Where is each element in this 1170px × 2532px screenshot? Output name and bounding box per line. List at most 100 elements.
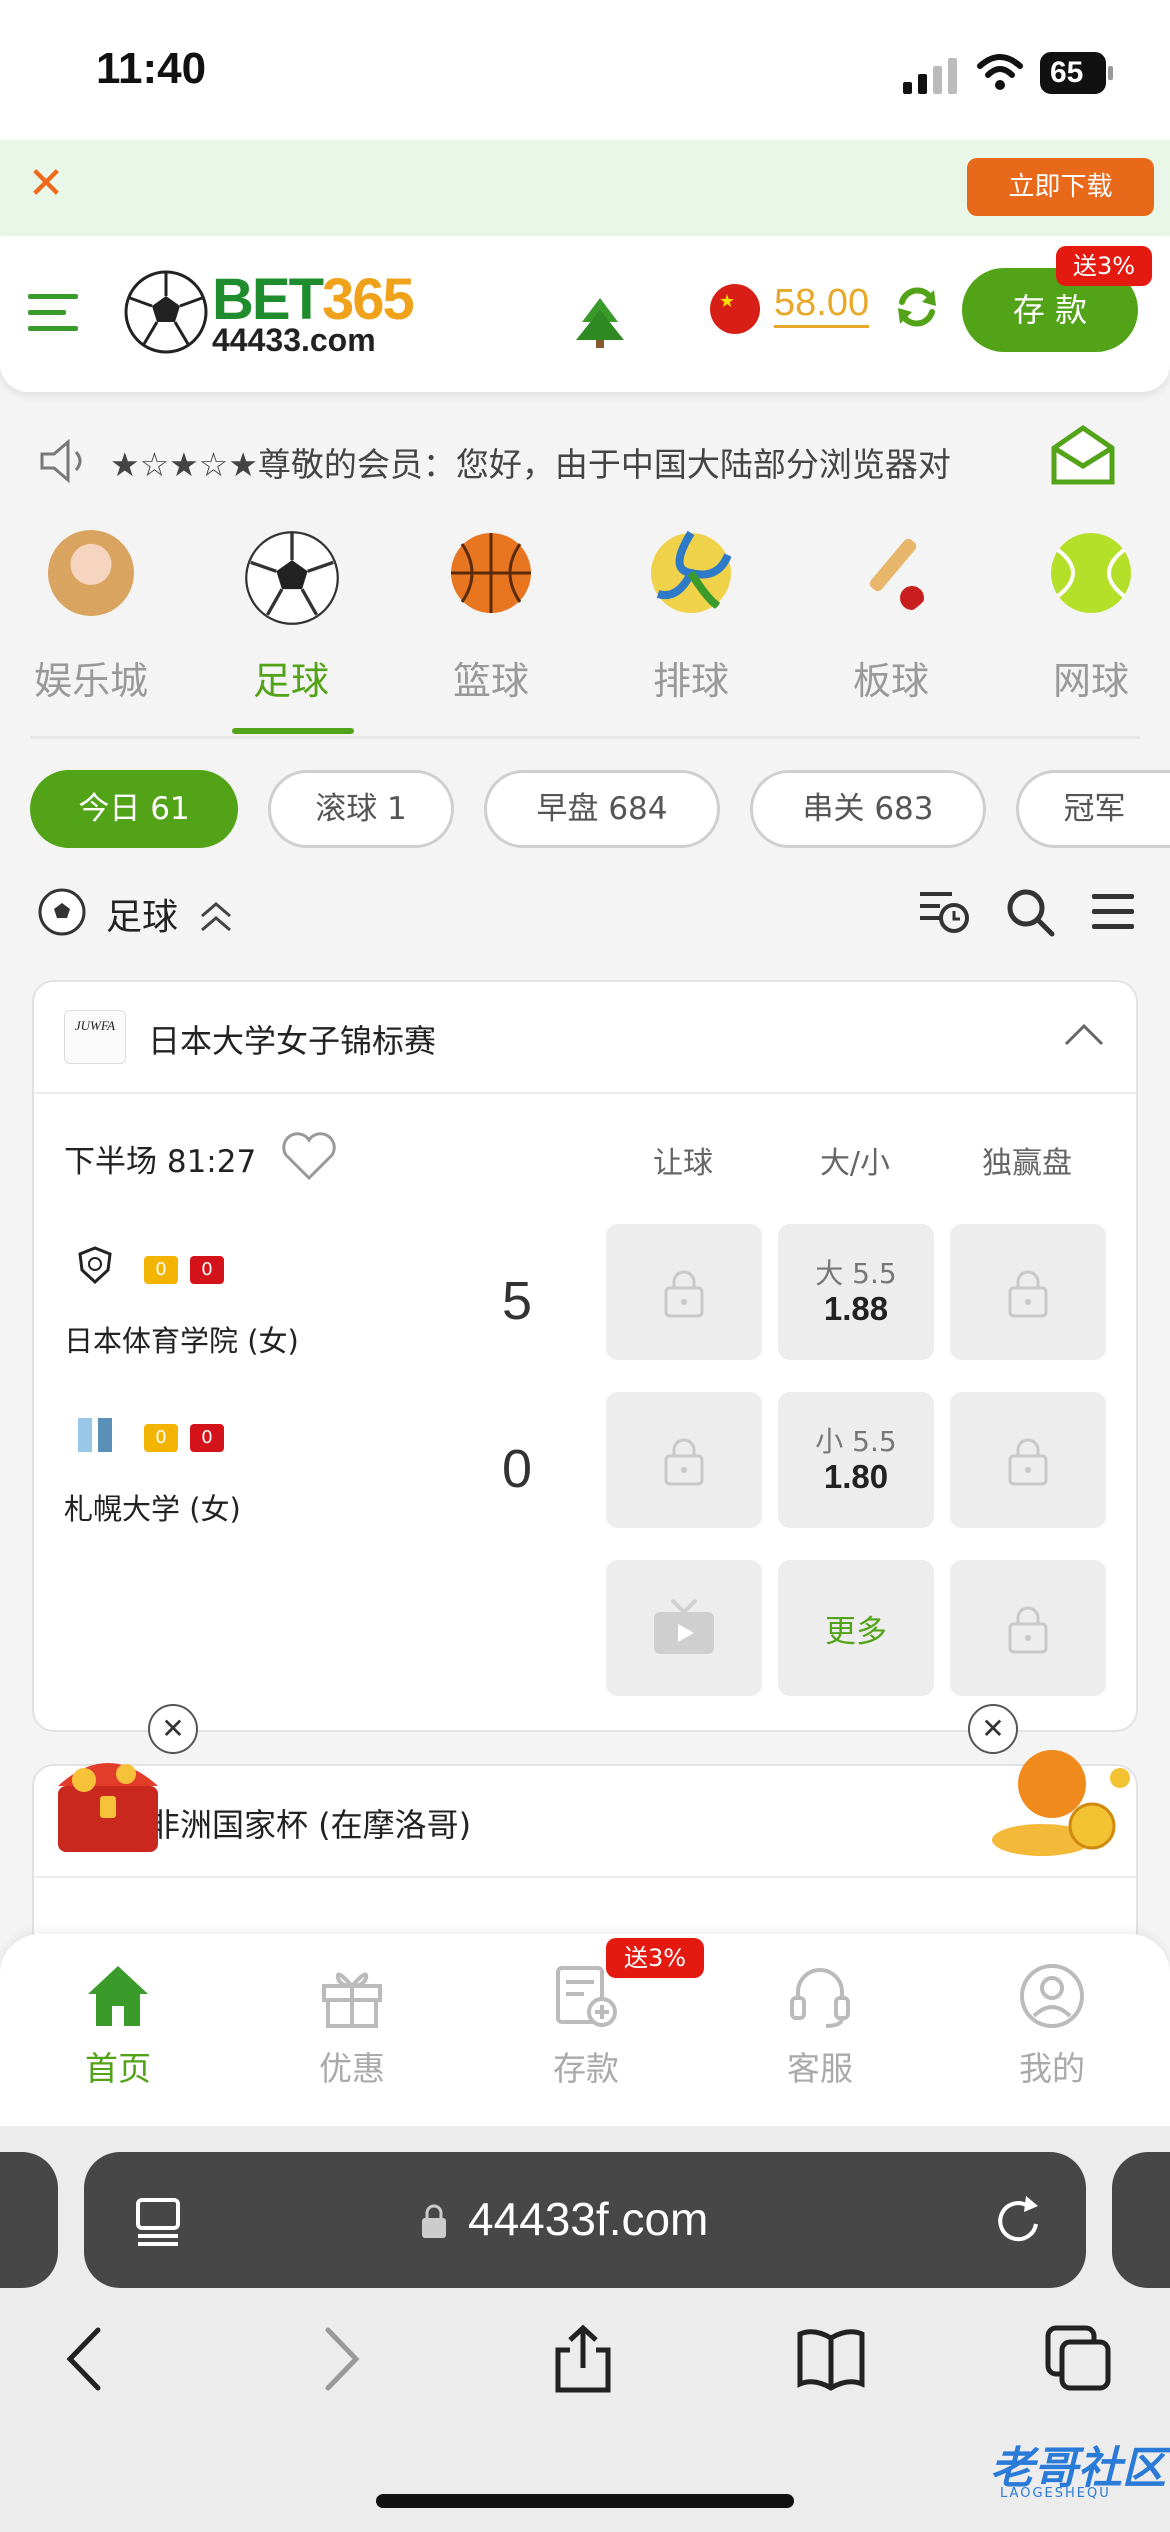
sport-tab-soccer[interactable]: 足球: [206, 530, 376, 730]
live-stream-button[interactable]: [606, 1560, 762, 1696]
back-icon[interactable]: [52, 2324, 122, 2394]
list-menu-icon[interactable]: [1088, 888, 1138, 936]
next-tab-preview[interactable]: [1112, 2152, 1170, 2288]
nav-profile[interactable]: 我的: [982, 1962, 1122, 2092]
team-crest-icon: [78, 1418, 112, 1452]
history-icon[interactable]: [918, 886, 970, 934]
filter-chip-parlay[interactable]: 串关 683: [750, 770, 986, 848]
away-score: 0: [502, 1439, 533, 1499]
handicap-odds-home[interactable]: [606, 1224, 762, 1360]
sport-tab-casino[interactable]: 娱乐城: [6, 530, 176, 730]
sport-tab-tennis[interactable]: 网球: [1006, 530, 1170, 730]
hamburger-menu-icon[interactable]: [26, 290, 80, 336]
heart-icon[interactable]: [280, 1130, 338, 1182]
bookmarks-icon[interactable]: [796, 2324, 866, 2394]
tv-icon: [654, 1598, 714, 1654]
chevron-up-double-icon[interactable]: [196, 896, 236, 936]
christmas-tree-icon: [576, 298, 624, 348]
moneyline-odds-away[interactable]: [950, 1392, 1106, 1528]
tennis-ball-icon: [1051, 533, 1131, 613]
away-team-name: 札幌大学 (女): [64, 1492, 241, 1526]
odds-value: 1.88: [823, 1290, 889, 1327]
sport-tab-label: 娱乐城: [33, 659, 148, 703]
filter-chip-live[interactable]: 滚球 1: [268, 770, 454, 848]
search-icon[interactable]: [1004, 886, 1056, 938]
handicap-odds-away[interactable]: [606, 1392, 762, 1528]
lock-icon: [1008, 1270, 1048, 1318]
lock-icon: [664, 1270, 704, 1318]
league-name[interactable]: 非洲国家杯 (在摩洛哥): [148, 1800, 471, 1846]
mail-icon[interactable]: [1048, 424, 1118, 486]
refresh-balance-icon[interactable]: [892, 282, 942, 332]
filter-chip-today[interactable]: 今日 61: [30, 770, 238, 848]
tabs-icon[interactable]: [1044, 2324, 1114, 2394]
nav-label: 存款: [553, 2049, 619, 2088]
share-icon[interactable]: [548, 2324, 618, 2394]
sport-tab-divider: [30, 736, 1140, 739]
nav-deposit[interactable]: 存款: [516, 1962, 656, 2092]
sport-tab-cricket[interactable]: 板球: [806, 530, 976, 730]
soccer-ball-icon: [245, 531, 339, 625]
more-markets-label: 更多: [825, 1614, 887, 1650]
sport-tab-label: 网球: [1052, 659, 1129, 703]
moneyline-odds-draw[interactable]: [950, 1560, 1106, 1696]
sport-tab-label: 篮球: [452, 659, 529, 703]
league-name[interactable]: 日本大学女子锦标赛: [148, 1016, 436, 1062]
close-promo-icon[interactable]: ✕: [148, 1704, 198, 1754]
nav-support[interactable]: 客服: [750, 1962, 890, 2092]
notice-marquee-text[interactable]: ★☆★☆★尊敬的会员：您好，由于中国大陆部分浏览器对: [110, 438, 1040, 482]
speaker-icon: [40, 438, 82, 484]
download-app-button[interactable]: 立即下载: [967, 158, 1154, 216]
nav-home[interactable]: 首页: [48, 1962, 188, 2092]
red-card-count: 0: [190, 1256, 224, 1284]
page-menu-icon[interactable]: [134, 2196, 184, 2246]
nav-promotions[interactable]: 优惠: [282, 1962, 422, 2092]
over-under-odds-away[interactable]: 小 5.5 1.80: [778, 1392, 934, 1528]
lock-icon: [664, 1438, 704, 1486]
headset-icon: [790, 1968, 850, 2028]
chevron-up-icon[interactable]: [1060, 1014, 1108, 1054]
close-promo-icon[interactable]: ✕: [968, 1704, 1018, 1754]
close-banner-icon[interactable]: ✕: [24, 162, 68, 206]
yellow-card-count: 0: [144, 1424, 178, 1452]
home-team-name: 日本体育学院 (女): [64, 1324, 299, 1358]
battery-icon: 65: [1040, 52, 1114, 94]
deposit-bonus-badge: 送3%: [1056, 246, 1152, 286]
filter-chip-early[interactable]: 早盘 684: [484, 770, 720, 848]
previous-tab-preview[interactable]: [0, 2152, 58, 2288]
soccer-ball-icon: [38, 888, 86, 936]
china-flag-icon[interactable]: ★: [710, 284, 760, 334]
red-card-count: 0: [190, 1424, 224, 1452]
more-markets-button[interactable]: 更多: [778, 1560, 934, 1696]
section-title: 足球: [106, 897, 179, 938]
over-under-odds-home[interactable]: 大 5.5 1.88: [778, 1224, 934, 1360]
sport-tab-label: 排球: [652, 659, 729, 703]
nav-label: 我的: [1019, 2049, 1085, 2088]
sport-tab-active-indicator: [232, 728, 354, 734]
nav-label: 首页: [85, 2049, 151, 2088]
lock-icon: [1008, 1606, 1048, 1654]
reload-icon[interactable]: [992, 2194, 1046, 2248]
match-clock: 下半场 81:27: [64, 1144, 257, 1180]
nav-label: 客服: [787, 2049, 853, 2088]
cellular-signal-icon: [903, 58, 957, 94]
home-score: 5: [502, 1271, 533, 1331]
lock-icon: [1008, 1438, 1048, 1486]
treasure-chest-icon[interactable]: [44, 1740, 174, 1860]
gold-coins-icon[interactable]: [988, 1730, 1138, 1858]
nav-label: 优惠: [319, 2049, 385, 2088]
casino-girl-icon: [48, 530, 134, 616]
filter-chip-outright[interactable]: 冠军: [1016, 770, 1170, 848]
logo-soccer-ball-icon: [124, 270, 208, 354]
sport-tab-basketball[interactable]: 篮球: [406, 530, 576, 730]
sport-tab-label: 足球: [252, 659, 329, 703]
over-under-line: 大 5.5: [815, 1257, 897, 1290]
forward-icon[interactable]: [304, 2324, 374, 2394]
sport-tab-volleyball[interactable]: 排球: [606, 530, 776, 730]
url-text[interactable]: 44433f.com: [468, 2192, 708, 2246]
volleyball-icon: [651, 530, 732, 613]
moneyline-odds-home[interactable]: [950, 1224, 1106, 1360]
sport-tab-label: 板球: [852, 659, 929, 703]
gift-icon: [322, 1972, 382, 2028]
home-indicator: [376, 2494, 794, 2508]
